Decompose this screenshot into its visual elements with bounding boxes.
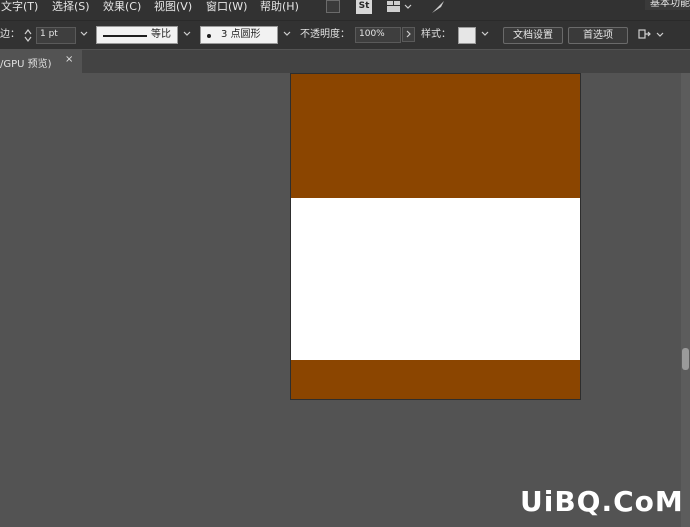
- stroke-weight-input[interactable]: 1 pt: [36, 27, 76, 44]
- style-dropdown-icon[interactable]: [478, 28, 491, 43]
- workspace-switcher[interactable]: 基本功能: [645, 0, 690, 10]
- brush-definition[interactable]: 3 点圆形: [200, 26, 278, 44]
- opacity-slider-icon[interactable]: [402, 27, 415, 42]
- top-brown-band[interactable]: [291, 74, 580, 198]
- document-setup-button[interactable]: 文档设置: [503, 27, 563, 44]
- profile-label: 等比: [151, 29, 171, 40]
- document-tab-label: /GPU 预览): [0, 59, 52, 70]
- bottom-brown-band[interactable]: [291, 360, 580, 399]
- style-label: 样式：: [421, 29, 451, 40]
- menu-select[interactable]: 选择(S): [52, 0, 90, 20]
- menu-help[interactable]: 帮助(H): [260, 0, 299, 20]
- stock-icon[interactable]: St: [356, 0, 372, 14]
- control-bar: 边： 1 pt 等比 3 点圆形 不透明度： 100% 样式： 文档设置 首选项: [0, 20, 690, 49]
- brush-dropdown-icon[interactable]: [280, 28, 293, 43]
- scrollbar-thumb[interactable]: [682, 348, 689, 370]
- canvas-area[interactable]: [0, 73, 690, 527]
- middle-white-band[interactable]: [291, 198, 580, 360]
- document-tab[interactable]: /GPU 预览) ×: [0, 50, 82, 73]
- arrange-documents-icon[interactable]: [386, 0, 414, 14]
- watermark: UiBQ.CoM: [520, 485, 684, 518]
- opacity-label: 不透明度：: [300, 29, 350, 40]
- close-icon[interactable]: ×: [65, 54, 73, 65]
- menu-type[interactable]: 文字(T): [1, 0, 38, 20]
- profile-line: [103, 35, 147, 37]
- document-tab-bar: /GPU 预览) ×: [0, 50, 690, 73]
- menu-view[interactable]: 视图(V): [154, 0, 192, 20]
- preferences-button[interactable]: 首选项: [568, 27, 628, 44]
- brush-dot-icon: [207, 34, 211, 38]
- bridge-icon[interactable]: [326, 0, 340, 13]
- publish-icon[interactable]: [430, 0, 446, 14]
- opacity-input[interactable]: 100%: [355, 27, 401, 43]
- menu-window[interactable]: 窗口(W): [206, 0, 247, 20]
- artboard[interactable]: [290, 73, 581, 400]
- stroke-stepper-icon[interactable]: [22, 27, 34, 44]
- brush-label: 3 点圆形: [221, 29, 261, 40]
- menu-effect[interactable]: 效果(C): [103, 0, 141, 20]
- menu-bar: 文字(T) 选择(S) 效果(C) 视图(V) 窗口(W) 帮助(H) St 基…: [0, 0, 690, 20]
- stroke-weight-dropdown-icon[interactable]: [77, 28, 90, 43]
- vertical-scrollbar[interactable]: [681, 73, 690, 527]
- arrange-panel-icon[interactable]: [637, 27, 667, 43]
- graphic-style-swatch[interactable]: [458, 27, 476, 44]
- variable-width-profile[interactable]: 等比: [96, 26, 178, 44]
- stroke-label: 边：: [0, 29, 20, 40]
- profile-dropdown-icon[interactable]: [180, 28, 193, 43]
